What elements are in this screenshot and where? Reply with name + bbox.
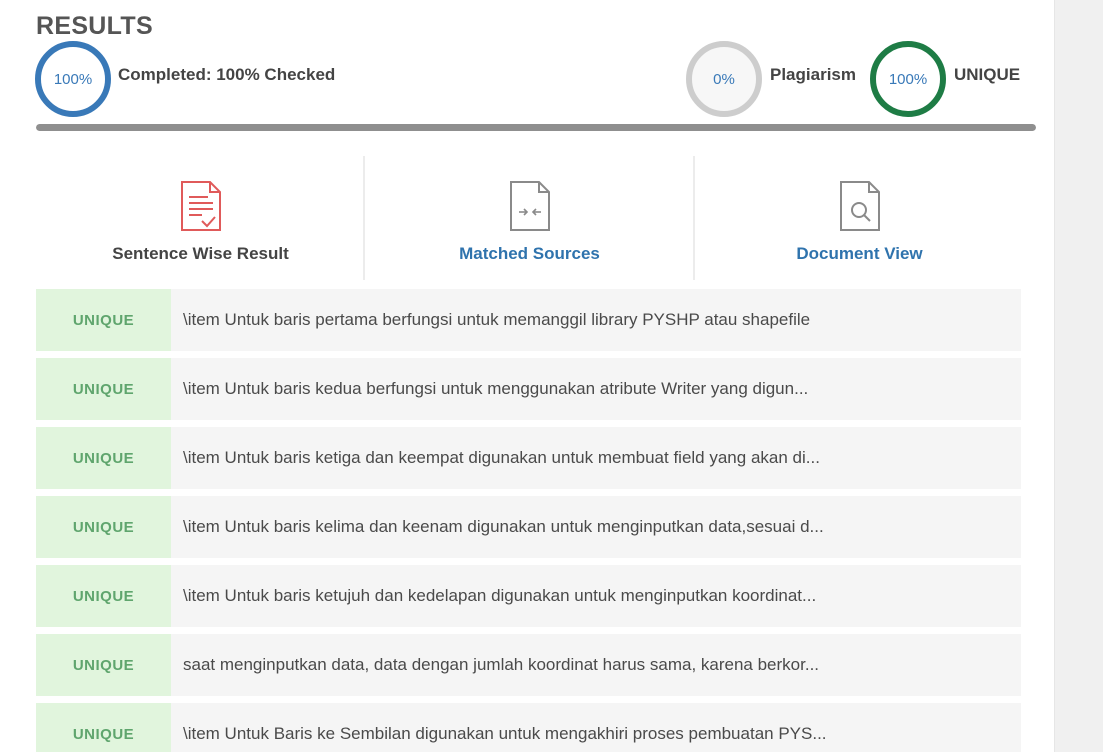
sentence-text: \item Untuk Baris ke Sembilan digunakan … <box>183 724 827 743</box>
status-badge: UNIQUE <box>36 565 171 627</box>
plagiarism-ring-value: 0% <box>713 70 735 88</box>
plagiarism-ring: 0% <box>686 41 762 117</box>
result-row[interactable]: UNIQUE \item Untuk baris ketujuh dan ked… <box>36 565 1021 627</box>
results-panel: RESULTS 100% Completed: 100% Checked 0% … <box>0 0 1055 752</box>
tab-sentence-wise-result[interactable]: Sentence Wise Result <box>36 156 365 280</box>
sentence-results-list: UNIQUE \item Untuk baris pertama berfung… <box>36 289 1021 752</box>
sentence-text: \item Untuk baris ketiga dan keempat dig… <box>183 448 820 467</box>
completed-label: Completed: 100% Checked <box>118 65 336 84</box>
progress-bar <box>36 124 1036 131</box>
status-badge: UNIQUE <box>36 358 171 420</box>
result-row[interactable]: UNIQUE \item Untuk baris kelima dan keen… <box>36 496 1021 558</box>
tab-matched-sources-label: Matched Sources <box>459 244 600 263</box>
unique-ring-value: 100% <box>888 70 928 88</box>
document-search-icon <box>839 181 880 231</box>
sentence-text: \item Untuk baris ketujuh dan kedelapan … <box>183 586 817 605</box>
result-row[interactable]: UNIQUE \item Untuk baris pertama berfung… <box>36 289 1021 351</box>
plagiarism-label: Plagiarism <box>770 65 856 84</box>
status-badge: UNIQUE <box>36 496 171 558</box>
result-row[interactable]: UNIQUE saat menginputkan data, data deng… <box>36 634 1021 696</box>
status-badge: UNIQUE <box>36 427 171 489</box>
result-row[interactable]: UNIQUE \item Untuk baris ketiga dan keem… <box>36 427 1021 489</box>
unique-label: UNIQUE <box>954 65 1021 84</box>
tab-matched-sources[interactable]: Matched Sources <box>365 156 694 280</box>
completed-progress-ring: 100% <box>35 41 111 117</box>
sentence-text: \item Untuk baris pertama berfungsi untu… <box>183 310 811 329</box>
document-check-icon <box>180 181 221 231</box>
tab-document-view-label: Document View <box>796 244 923 263</box>
tab-document-view[interactable]: Document View <box>695 156 1024 280</box>
results-title: RESULTS <box>36 12 153 40</box>
tab-sentence-wise-result-label: Sentence Wise Result <box>112 244 289 263</box>
unique-ring: 100% <box>870 41 946 117</box>
progress-bar-fill <box>36 124 1036 131</box>
sentence-text: saat menginputkan data, data dengan juml… <box>183 655 820 674</box>
result-row[interactable]: UNIQUE \item Untuk baris kedua berfungsi… <box>36 358 1021 420</box>
sentence-text: \item Untuk baris kelima dan keenam digu… <box>183 517 824 536</box>
sentence-text: \item Untuk baris kedua berfungsi untuk … <box>183 379 809 398</box>
result-tabs: Sentence Wise Result Matched Sources Doc… <box>36 156 1024 280</box>
status-badge: UNIQUE <box>36 703 171 752</box>
status-badge: UNIQUE <box>36 289 171 351</box>
result-row[interactable]: UNIQUE \item Untuk Baris ke Sembilan dig… <box>36 703 1021 752</box>
status-badge: UNIQUE <box>36 634 171 696</box>
document-compare-icon <box>509 181 550 231</box>
completed-ring-value: 100% <box>53 70 93 88</box>
